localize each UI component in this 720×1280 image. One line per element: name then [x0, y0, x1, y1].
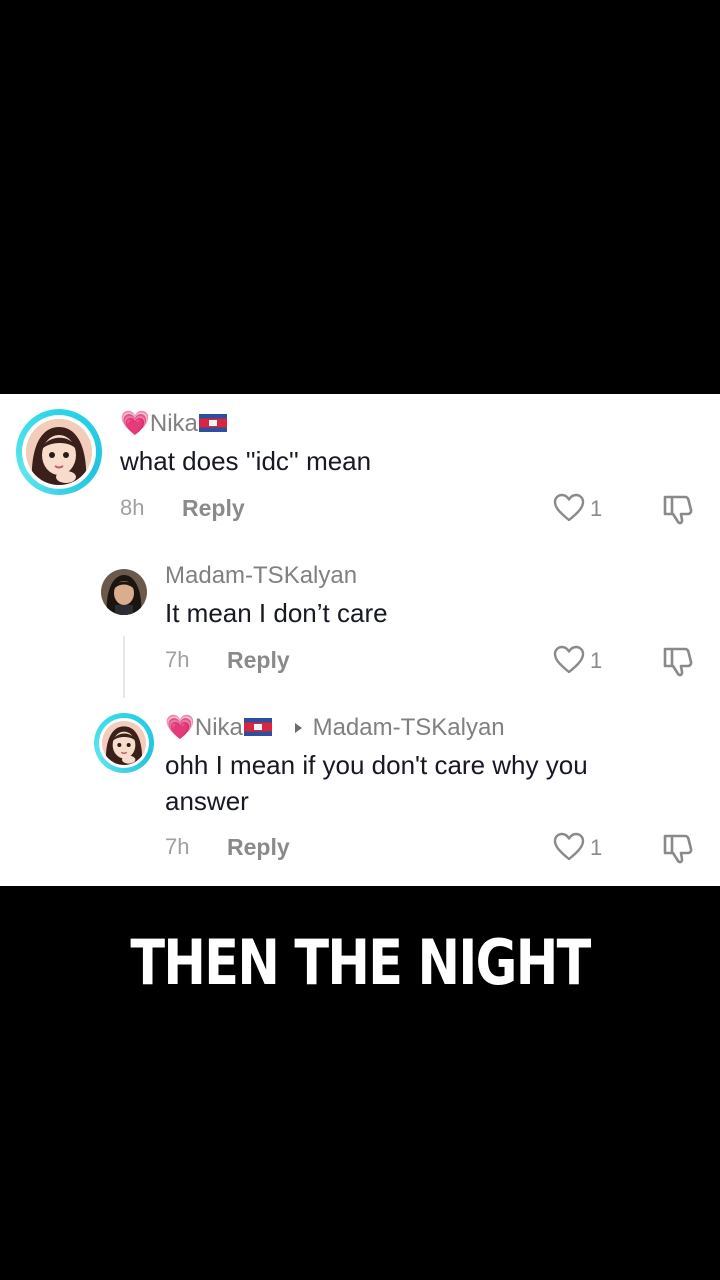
heart-outline-icon[interactable]: [553, 493, 585, 523]
caret-right-icon: [294, 723, 302, 733]
video-top-area: [0, 0, 720, 394]
thumbs-down-icon[interactable]: [661, 492, 695, 526]
thumbs-down-icon[interactable]: [661, 831, 695, 865]
comment-time: 8h: [120, 495, 145, 520]
flag-icon: [243, 718, 272, 736]
comment-username[interactable]: 💗Nika Madam-TSKalyan: [165, 713, 505, 743]
thumbs-down-icon[interactable]: [661, 644, 695, 678]
like-count: 1: [590, 835, 603, 860]
reply-button[interactable]: Reply: [182, 494, 245, 522]
reply-button[interactable]: Reply: [227, 646, 290, 674]
comment-text: It mean I don’t care: [165, 598, 388, 628]
like-count: 1: [590, 648, 603, 673]
heart-emoji: 💗: [165, 714, 195, 741]
flag-icon: [198, 414, 227, 432]
avatar[interactable]: [102, 721, 146, 765]
comment-username[interactable]: 💗Nika: [120, 409, 227, 439]
comment-text: what does ''idc'' mean: [120, 446, 372, 476]
avatar[interactable]: [101, 569, 147, 615]
reply-button[interactable]: Reply: [227, 833, 290, 861]
comment-username[interactable]: Madam-TSKalyan: [165, 561, 357, 591]
video-caption: THEN THE NIGHT: [130, 926, 591, 999]
heart-outline-icon[interactable]: [553, 832, 585, 862]
like-count: 1: [590, 496, 603, 521]
avatar[interactable]: [26, 419, 92, 485]
comment-time: 7h: [165, 834, 190, 859]
heart-emoji: 💗: [120, 410, 150, 437]
thread-line: [123, 636, 125, 698]
heart-outline-icon[interactable]: [553, 645, 585, 675]
reply-to-username[interactable]: Madam-TSKalyan: [313, 714, 505, 741]
comment-text: ohh I mean if you don't care why you ans…: [165, 750, 588, 816]
comment-time: 7h: [165, 647, 190, 672]
